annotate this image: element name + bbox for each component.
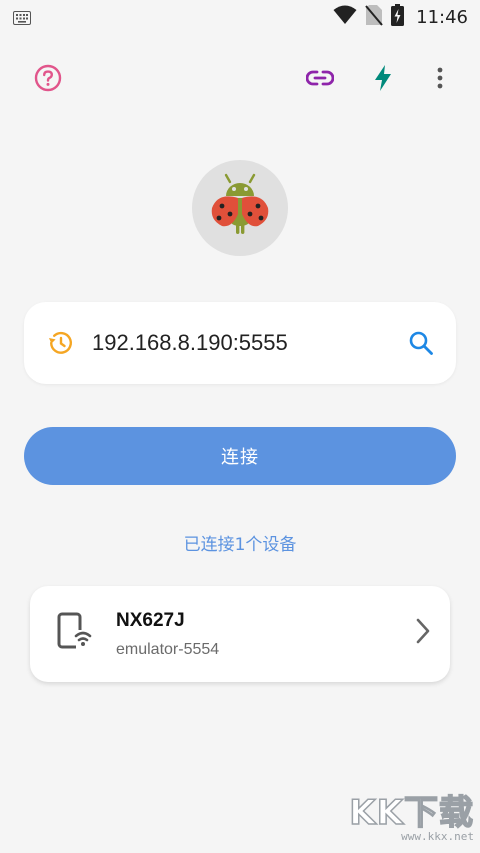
clock: 11:46 xyxy=(416,6,468,28)
keyboard-icon xyxy=(13,10,31,29)
phone-wifi-icon xyxy=(56,612,92,658)
connection-status[interactable]: 已连接1个设备 xyxy=(0,530,480,555)
connect-button[interactable]: 连接 xyxy=(24,427,456,485)
history-icon[interactable] xyxy=(46,329,74,361)
no-sim-icon xyxy=(365,4,383,30)
watermark: KK下载 www.kkx.net xyxy=(349,785,474,843)
address-input[interactable] xyxy=(92,326,382,360)
more-options-button[interactable] xyxy=(420,60,460,100)
device-serial: emulator-5554 xyxy=(116,641,220,658)
address-card xyxy=(24,302,456,384)
flash-button[interactable] xyxy=(363,60,403,100)
watermark-logo: KK下载 xyxy=(349,792,474,834)
more-vert-icon xyxy=(437,67,443,93)
help-button[interactable] xyxy=(28,60,68,100)
chevron-right-icon xyxy=(416,618,430,648)
app-logo xyxy=(192,160,288,256)
help-circle-icon xyxy=(34,64,62,96)
ladybug-android-icon xyxy=(204,170,276,246)
search-icon[interactable] xyxy=(408,330,434,360)
device-name: NX627J xyxy=(116,610,185,631)
flash-icon xyxy=(374,64,392,96)
link-button[interactable] xyxy=(300,60,340,100)
link-icon xyxy=(305,69,335,91)
device-list-item[interactable]: NX627J emulator-5554 xyxy=(30,586,450,682)
status-bar: 11:46 xyxy=(0,0,480,34)
connect-button-label: 连接 xyxy=(221,447,259,468)
battery-charging-icon xyxy=(391,4,405,30)
wifi-icon xyxy=(333,5,357,29)
